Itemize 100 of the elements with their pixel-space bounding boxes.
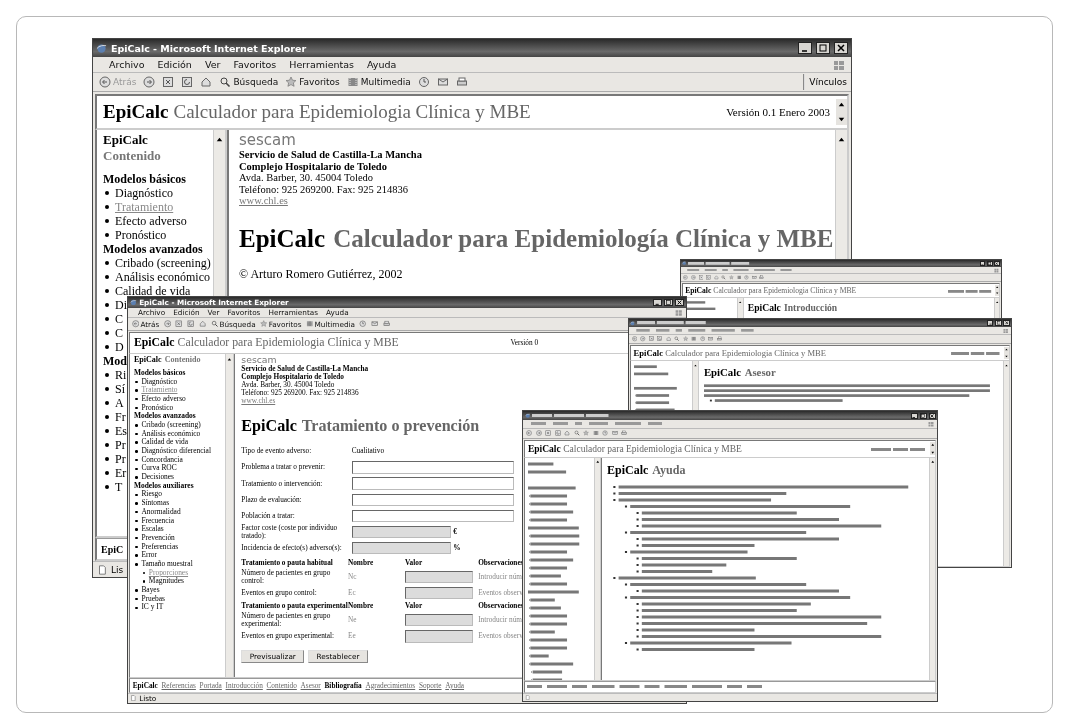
sidebar-link[interactable]: Pronóstico — [115, 228, 167, 242]
close-button[interactable] — [834, 42, 848, 54]
input-field[interactable] — [405, 614, 474, 627]
sidebar-link[interactable]: Er — [115, 466, 127, 480]
sidebar-link[interactable]: Pr — [115, 452, 126, 466]
website-link[interactable]: www.chl.es — [239, 195, 288, 207]
bullet-icon — [105, 415, 109, 419]
sidebar-link[interactable]: Es — [115, 424, 127, 438]
maximize-button[interactable] — [816, 42, 830, 54]
bullet-icon — [105, 345, 109, 349]
input-field[interactable] — [405, 630, 474, 643]
menu-item[interactable]: Edición — [157, 59, 192, 70]
refresh-icon — [657, 336, 663, 342]
sidebar-link[interactable]: Pr — [115, 438, 126, 452]
header-brand: EpiCalc — [633, 348, 664, 358]
star-icon — [728, 275, 734, 281]
stop-icon — [698, 275, 704, 281]
scrollbar[interactable] — [994, 285, 1000, 296]
input-field[interactable] — [405, 586, 474, 600]
close-button[interactable] — [994, 261, 1000, 266]
menu-item[interactable]: Ver — [204, 59, 221, 70]
bullet-icon — [105, 373, 109, 377]
stop-icon — [162, 76, 175, 88]
sidebar-link[interactable]: Diagnóstico — [115, 186, 173, 200]
page-icon — [525, 694, 530, 700]
logo-text: sescam — [241, 354, 277, 365]
close-icon — [837, 44, 845, 52]
maximize-button[interactable] — [664, 298, 673, 307]
bullet-icon — [105, 471, 109, 475]
version-text: Versión 0.1 Enero 2003 — [726, 106, 830, 118]
browser-icon — [129, 299, 137, 306]
minimize-button[interactable] — [910, 412, 918, 419]
minimize-button[interactable] — [979, 261, 986, 266]
maximize-button[interactable] — [995, 320, 1002, 326]
windows-logo-icon — [833, 58, 845, 71]
sidebar-link[interactable]: D — [115, 340, 124, 354]
close-button[interactable] — [675, 298, 685, 307]
up-arrow-icon — [929, 459, 935, 465]
back-arrow-icon — [131, 320, 140, 328]
toolbar-button[interactable]: Multimedia — [346, 76, 411, 88]
bullet-icon — [135, 597, 138, 601]
film-icon — [592, 430, 599, 436]
bullet-icon — [135, 502, 138, 505]
sidebar-link[interactable]: Sí — [115, 382, 125, 396]
sidebar-link[interactable]: C — [115, 326, 123, 340]
menu-item[interactable]: Favoritos — [233, 59, 277, 70]
sidebar-link[interactable]: Calidad de vida — [115, 284, 191, 298]
menu-item[interactable]: Ayuda — [367, 59, 397, 70]
close-button[interactable] — [928, 412, 936, 419]
blurred-text-drawing — [951, 351, 1002, 355]
bullet-icon — [105, 219, 109, 223]
stop-icon — [648, 336, 655, 342]
bullet-icon — [105, 485, 109, 489]
sidebar-link[interactable]: T — [115, 480, 123, 494]
sidebar-link[interactable]: Di — [115, 298, 127, 312]
browser-icon — [682, 261, 687, 266]
sidebar-link[interactable]: Ri — [115, 368, 127, 382]
input-field[interactable] — [351, 493, 515, 506]
footer-link[interactable]: EpiC — [101, 543, 124, 555]
scrollbar[interactable] — [929, 442, 935, 455]
input-field[interactable] — [405, 570, 474, 584]
header-subtitle: Calculador para Epidemiologia Clínica y MBE — [665, 348, 826, 358]
bullet-icon — [105, 303, 109, 307]
down-arrow-icon — [1004, 353, 1010, 359]
sidebar-link[interactable]: Efecto adverso — [115, 214, 187, 228]
close-button[interactable] — [1003, 320, 1010, 326]
minimize-button[interactable] — [987, 320, 994, 326]
sidebar-link[interactable]: C — [115, 312, 123, 326]
header-subtitle: Calculador para Epidemiologia Clínica y MBE — [713, 286, 857, 296]
minimize-button[interactable] — [653, 298, 662, 307]
menu-item[interactable]: Herramientas — [289, 59, 354, 70]
input-field[interactable] — [351, 477, 515, 490]
address-line: Teléfono: 925 269200. Fax: 925 214836 — [239, 183, 408, 196]
input-field[interactable] — [351, 509, 515, 522]
sidebar-link[interactable]: Análisis económico — [115, 270, 210, 284]
scrollbar[interactable] — [836, 99, 847, 125]
menu-item[interactable]: Archivo — [109, 59, 145, 70]
page-icon — [97, 564, 107, 575]
bullet-icon — [135, 441, 138, 444]
window-title: EpiCalc - Microsoft Internet Explorer — [111, 42, 307, 54]
history-icon — [699, 336, 706, 342]
toolbar-button[interactable]: Favoritos — [285, 76, 340, 88]
bullet-icon — [105, 331, 109, 335]
up-arrow-icon — [994, 299, 1000, 304]
maximize-button[interactable] — [919, 412, 927, 419]
home-icon — [199, 320, 207, 328]
windows-logo-icon — [1002, 327, 1009, 334]
bullet-icon — [135, 450, 138, 453]
sidebar-link[interactable]: Fr — [115, 410, 126, 424]
sidebar-link[interactable]: Cribado (screening) — [115, 256, 211, 270]
home-icon — [713, 275, 719, 281]
sidebar-link[interactable]: Tratamiento — [115, 200, 174, 214]
links-button[interactable]: Vínculos — [803, 74, 851, 90]
minimize-button[interactable] — [798, 42, 812, 54]
sidebar-link[interactable]: A — [115, 396, 124, 410]
input-field[interactable] — [351, 461, 515, 474]
scrollbar[interactable] — [1004, 347, 1010, 359]
bullet-icon — [135, 589, 138, 592]
toolbar-button[interactable]: Búsqueda — [219, 76, 279, 88]
page-title: EpiCalc Asesor — [703, 365, 776, 378]
